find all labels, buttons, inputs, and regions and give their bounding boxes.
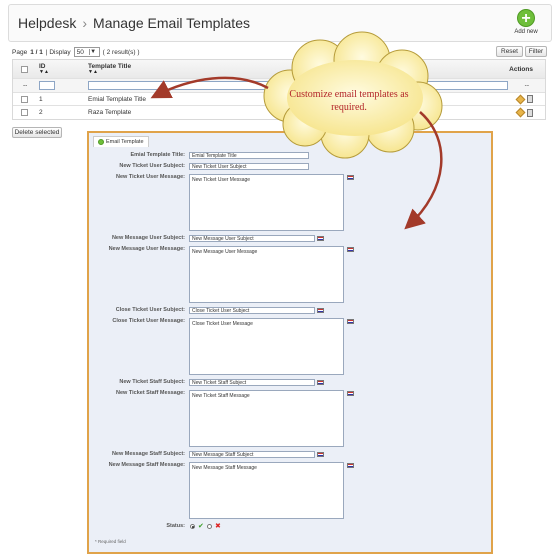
arrow-to-table bbox=[150, 76, 269, 99]
callout-overlay bbox=[150, 31, 443, 230]
callout-text: Customize email templates as required. bbox=[289, 89, 409, 113]
